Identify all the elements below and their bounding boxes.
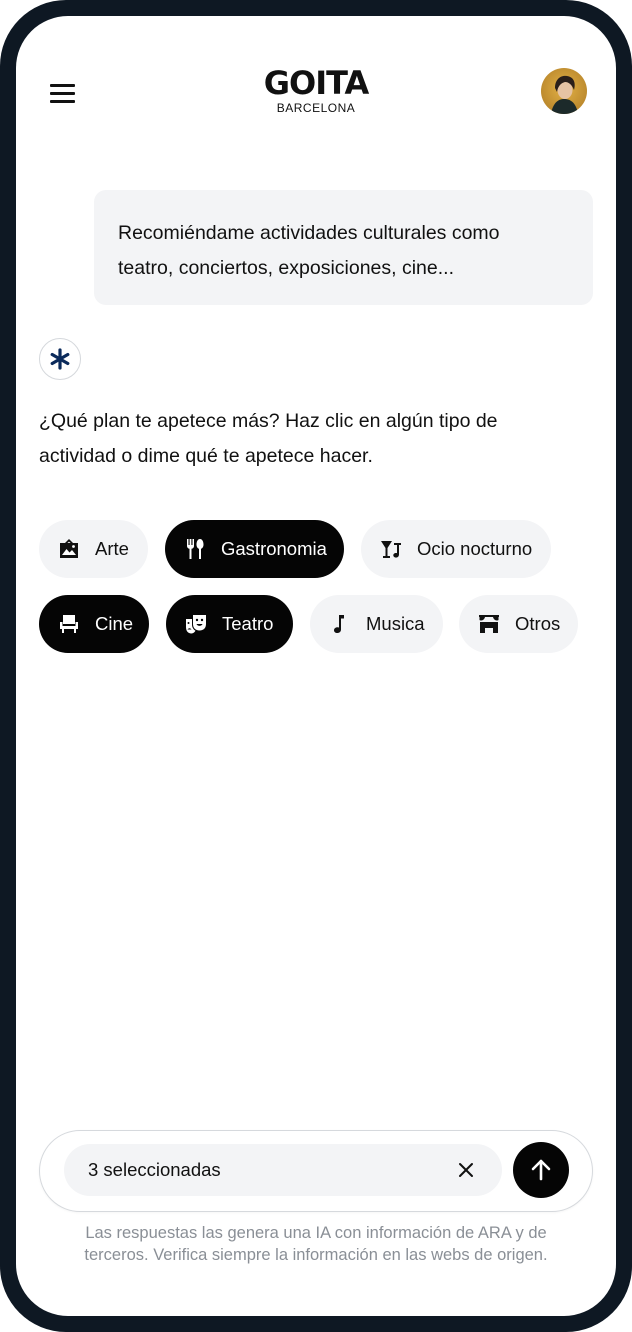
category-chip-otros[interactable]: Otros	[459, 595, 578, 653]
chip-label: Gastronomia	[221, 538, 327, 559]
close-icon[interactable]	[454, 1158, 478, 1182]
assistant-avatar	[39, 338, 81, 380]
chip-label: Musica	[366, 613, 425, 634]
cinema-seat-icon	[57, 612, 81, 636]
message-input[interactable]: 3 seleccionadas	[64, 1144, 502, 1196]
app-screen: GOITA BARCELONA Recomiéndame actividades…	[16, 16, 616, 1316]
fork-spoon-icon	[183, 537, 207, 561]
category-chip-teatro[interactable]: Teatro	[166, 595, 293, 653]
stage-icon	[477, 612, 501, 636]
phone-frame: GOITA BARCELONA Recomiéndame actividades…	[0, 0, 632, 1332]
theater-masks-icon	[184, 612, 208, 636]
disclaimer-line: Las respuestas las genera una IA con inf…	[85, 1224, 547, 1242]
hamburger-menu-icon[interactable]	[48, 82, 78, 104]
category-chip-ocio-nocturno[interactable]: Ocio nocturno	[361, 520, 551, 578]
user-message-line: Recomiéndame actividades culturales como	[118, 222, 500, 244]
chip-label: Teatro	[222, 613, 274, 634]
composer-bar: 3 seleccionadas	[39, 1130, 593, 1212]
send-button[interactable]	[513, 1142, 569, 1198]
arrow-up-icon	[531, 1159, 551, 1181]
chip-label: Arte	[95, 538, 129, 559]
music-note-icon	[328, 612, 352, 636]
input-value: 3 seleccionadas	[88, 1159, 221, 1180]
category-chip-gastronomia[interactable]: Gastronomia	[165, 520, 344, 578]
user-message-bubble: Recomiéndame actividades culturales como…	[94, 190, 593, 305]
assistant-message-line: actividad o dime qué te apetece hacer.	[39, 445, 373, 467]
chip-label: Ocio nocturno	[417, 538, 533, 559]
category-chip-arte[interactable]: Arte	[39, 520, 148, 578]
asterisk-icon	[50, 348, 70, 370]
chip-label: Otros	[515, 613, 561, 634]
chip-label: Cine	[95, 613, 134, 634]
logo-subtitle: BARCELONA	[276, 101, 356, 115]
assistant-message: ¿Qué plan te apetece más? Haz clic en al…	[39, 404, 579, 474]
picture-frame-icon	[57, 537, 81, 561]
cocktail-music-icon	[379, 537, 403, 561]
logo-title: GOITA	[263, 64, 369, 102]
assistant-message-line: ¿Qué plan te apetece más? Haz clic en al…	[39, 410, 498, 432]
app-logo[interactable]: GOITA BARCELONA	[216, 66, 416, 115]
category-chip-musica[interactable]: Musica	[310, 595, 443, 653]
user-message-line: teatro, conciertos, exposiciones, cine..…	[118, 257, 455, 279]
user-avatar[interactable]	[541, 68, 587, 114]
category-chip-cine[interactable]: Cine	[39, 595, 149, 653]
disclaimer-line: terceros. Verifica siempre la informació…	[84, 1246, 548, 1264]
ai-disclaimer: Las respuestas las genera una IA con inf…	[39, 1222, 593, 1266]
